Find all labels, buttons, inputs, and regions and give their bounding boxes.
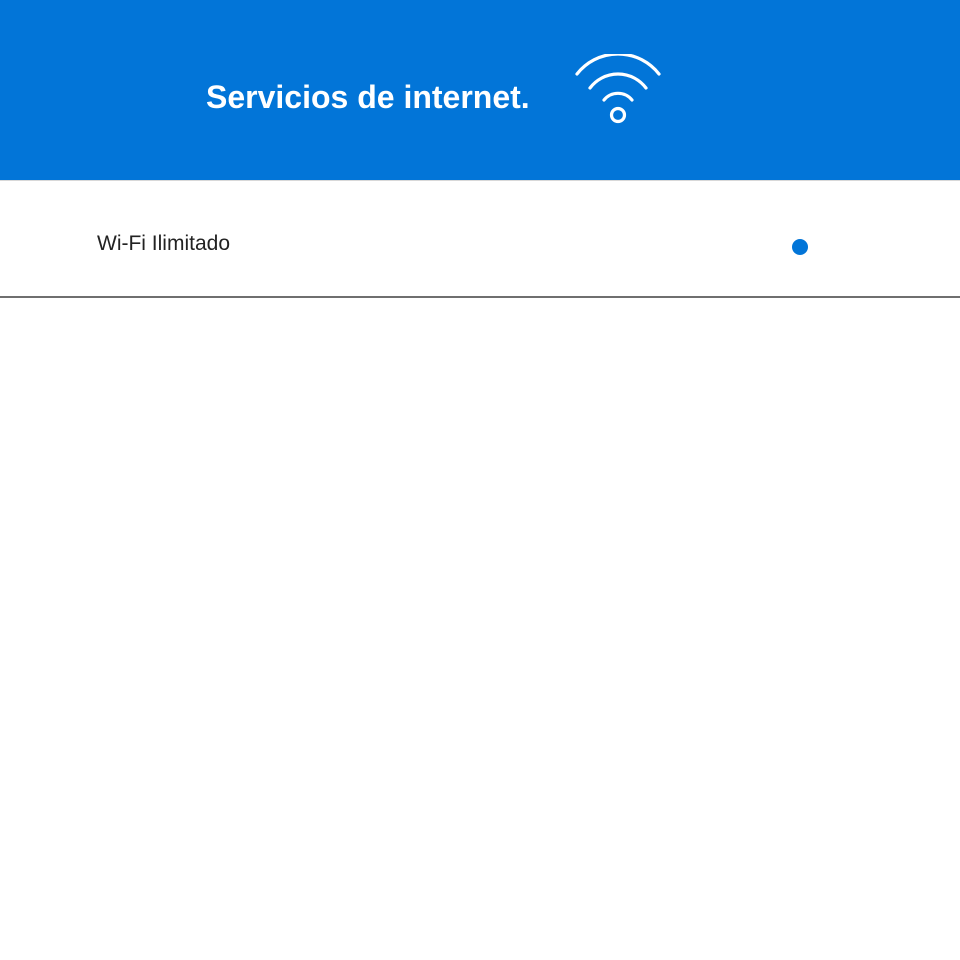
- service-item-wifi-ilimitado[interactable]: Wi-Fi Ilimitado: [0, 180, 960, 298]
- page-title: Servicios de internet.: [206, 79, 530, 115]
- service-item-label: Wi-Fi Ilimitado: [97, 232, 231, 255]
- status-dot-icon: [792, 239, 808, 255]
- header-banner: Servicios de internet.: [0, 0, 960, 180]
- wifi-icon: [575, 54, 661, 124]
